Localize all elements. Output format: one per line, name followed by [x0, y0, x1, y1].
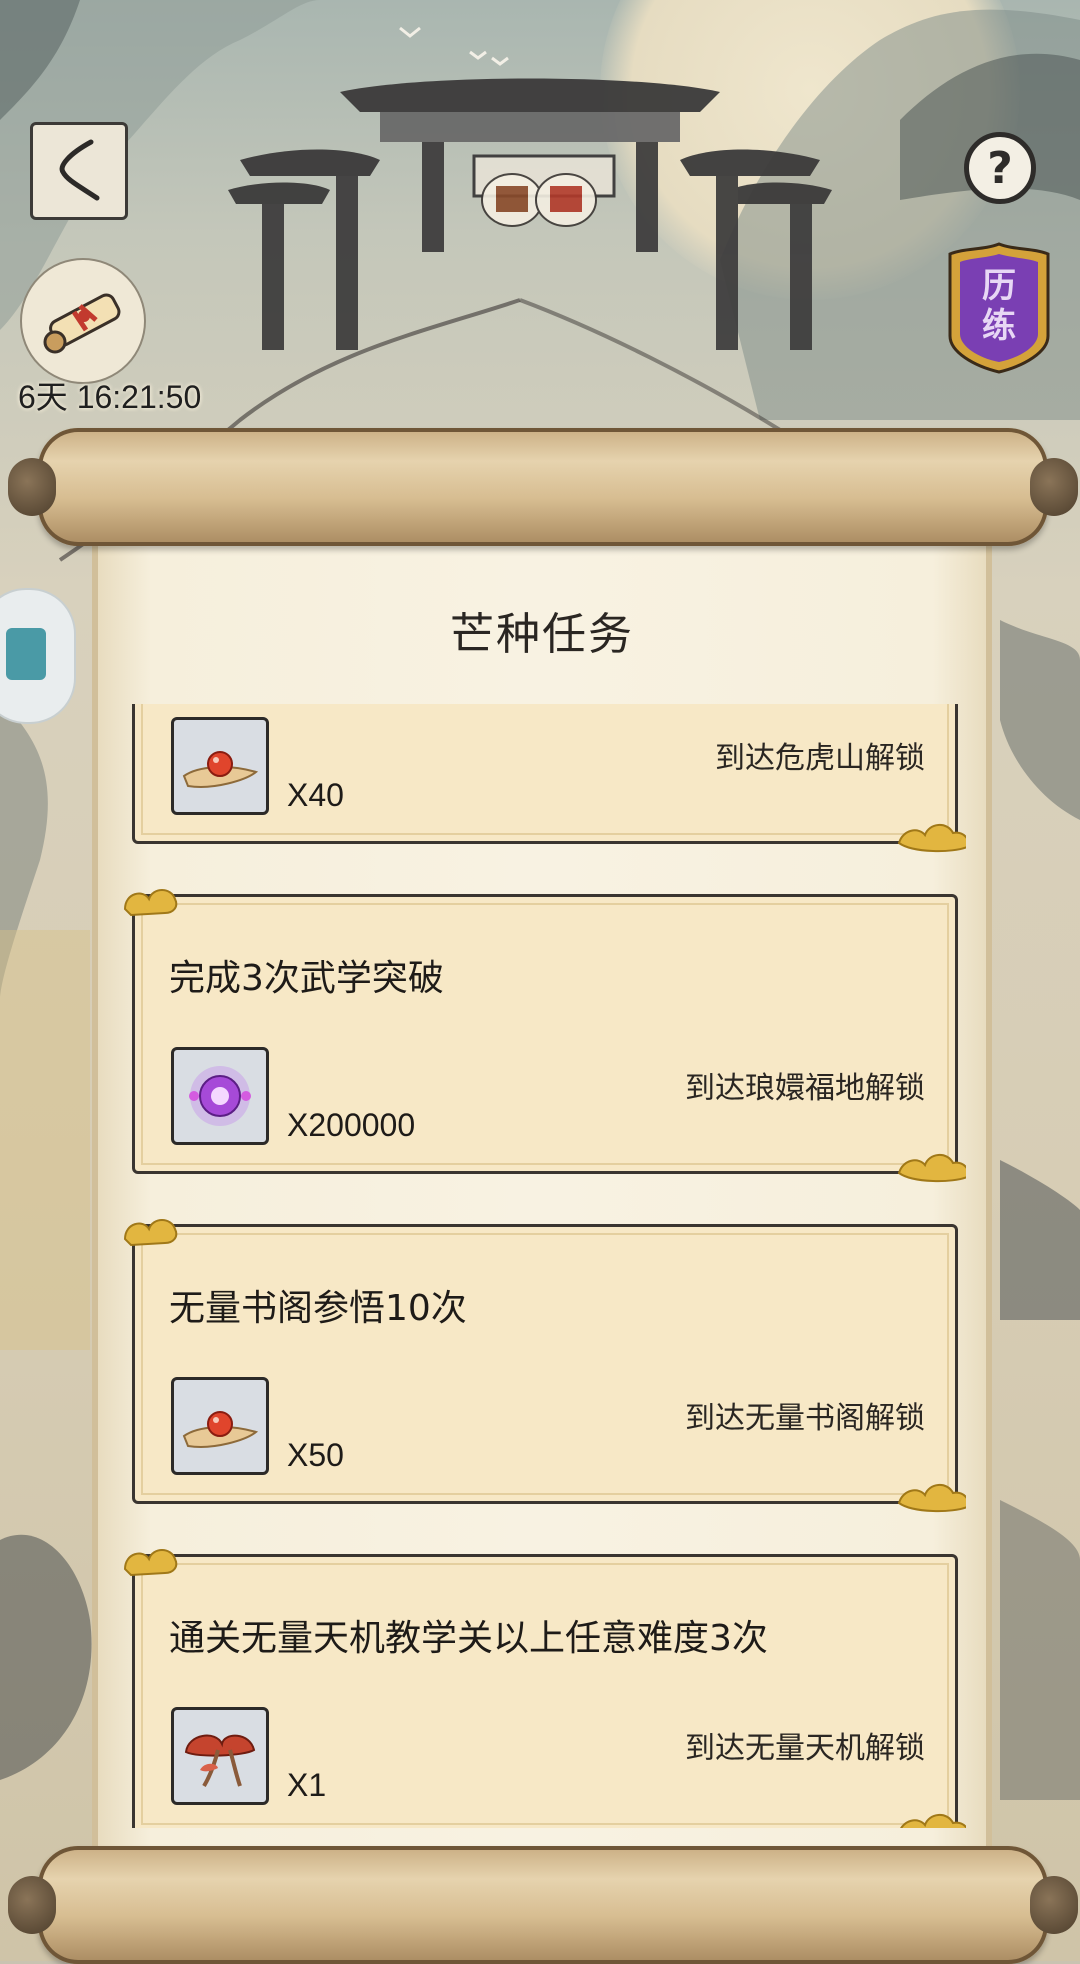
gold-cloud-ornament-icon: [897, 1154, 966, 1183]
reward-icon-box: [171, 1377, 269, 1475]
scroll-bottom-rod: [8, 1846, 1078, 1964]
panel-title: 芒种任务: [450, 609, 634, 660]
gold-cloud-ornament-icon: [124, 1549, 178, 1577]
scroll-top-rod: [8, 428, 1078, 546]
reward-quantity: X1: [287, 1767, 327, 1803]
training-badge-button[interactable]: 历 练: [944, 240, 1054, 376]
task-name: 无量书阁参悟10次: [169, 1288, 467, 1329]
unlock-condition: 到达无量天机解锁: [685, 1731, 925, 1766]
reward-icon-box: [171, 717, 269, 815]
gold-cloud-ornament-icon: [900, 1814, 966, 1828]
task-card[interactable]: 无量书阁参悟10次 X50 到达无量书阁解锁: [124, 1219, 966, 1513]
task-name: 通关无量天机教学关以上任意难度3次: [169, 1618, 768, 1659]
reward-quantity: X200000: [287, 1107, 416, 1143]
help-question-icon: ?: [987, 142, 1013, 194]
side-shortcut-chip[interactable]: [0, 588, 76, 724]
pill-on-cloth-icon: [182, 751, 259, 788]
purple-orb-icon: [189, 1066, 251, 1126]
event-scroll-button[interactable]: [20, 258, 146, 384]
task-list-viewport[interactable]: X40 到达危虎山解锁 完成3次武学突破 X200000 到达琅嬛福地解锁 无量…: [124, 704, 966, 1828]
task-card[interactable]: X40 到达危虎山解锁: [132, 704, 966, 853]
gold-cloud-ornament-icon: [124, 889, 178, 917]
teal-shortcut-icon: [6, 628, 46, 680]
badge-char-top: 历: [982, 266, 1016, 306]
task-card[interactable]: 通关无量天机教学关以上任意难度3次 X1 到达无量天机解锁: [124, 1549, 966, 1828]
gold-cloud-ornament-icon: [897, 1484, 966, 1513]
back-button[interactable]: [30, 122, 128, 220]
task-name: 完成3次武学突破: [169, 958, 444, 999]
task-card[interactable]: 完成3次武学突破 X200000 到达琅嬛福地解锁: [124, 889, 966, 1183]
event-countdown-timer: 6天 16:21:50: [18, 379, 202, 415]
back-arrow-icon: [59, 139, 100, 201]
scroll-gift-icon: [43, 293, 121, 354]
unlock-condition: 到达危虎山解锁: [715, 741, 925, 776]
unlock-condition: 到达无量书阁解锁: [685, 1401, 925, 1436]
badge-char-bottom: 练: [982, 306, 1016, 346]
gold-cloud-ornament-icon: [124, 1219, 178, 1247]
gold-cloud-ornament-icon: [897, 824, 966, 853]
task-list: X40 到达危虎山解锁 完成3次武学突破 X200000 到达琅嬛福地解锁 无量…: [124, 704, 966, 1828]
unlock-condition: 到达琅嬛福地解锁: [685, 1071, 925, 1106]
reward-icon-box: [171, 1707, 269, 1805]
reward-quantity: X50: [287, 1437, 344, 1473]
reward-icon-box: [171, 1047, 269, 1145]
pill-on-cloth-icon: [182, 1411, 259, 1448]
reward-quantity: X40: [287, 777, 344, 813]
help-button[interactable]: ?: [964, 132, 1036, 204]
lingzhi-mushroom-icon: [184, 1734, 256, 1788]
